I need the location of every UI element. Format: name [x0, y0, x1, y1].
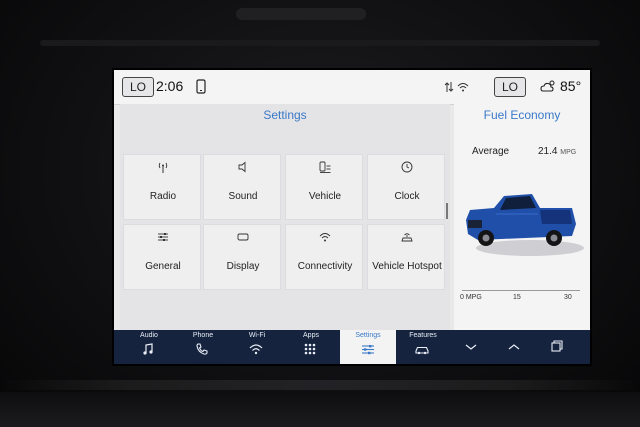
scale-tick: 15 [513, 294, 521, 301]
wifi-icon [249, 344, 263, 355]
average-value: 21.4 MPG [538, 146, 576, 157]
left-climate-button[interactable]: LO [122, 77, 154, 97]
scale-tick: 0 MPG [460, 294, 482, 301]
music-note-icon [143, 343, 153, 355]
settings-panel: Settings Radio Sound Vehicle Clock Gener… [120, 104, 450, 358]
nav-wifi[interactable]: Wi-Fi [230, 330, 284, 364]
phone-handset-icon [196, 343, 208, 355]
tile-label: Radio [149, 191, 177, 202]
fuel-economy-panel[interactable]: Fuel Economy Average 21.4 MPG 0 MPG 15 3… [454, 104, 590, 330]
nav-label: Features [409, 332, 437, 339]
hotspot-icon [401, 233, 413, 242]
nav-label: Settings [355, 332, 381, 339]
sliders-icon [158, 233, 168, 241]
weather-icon [540, 80, 555, 92]
settings-sliders-icon [362, 345, 374, 355]
nav-features[interactable]: Features [396, 330, 450, 364]
speaker-icon [238, 161, 246, 173]
tile-label: Vehicle Hotspot [372, 261, 442, 272]
tile-connectivity[interactable]: Connectivity [285, 224, 363, 290]
window-switch-icon[interactable] [550, 339, 564, 353]
bottom-nav-bar: Audio Phone Wi-Fi Apps Settings Features [114, 330, 590, 364]
display-icon [237, 233, 249, 241]
phone-icon [196, 79, 206, 94]
tile-label: Clock [394, 191, 420, 202]
outside-temperature: 85° [560, 78, 582, 94]
signal-icon [444, 82, 469, 92]
bezel-rim [40, 40, 600, 46]
status-bar: LO 2:06 LO 85° [114, 70, 590, 105]
tile-vehicle-hotspot[interactable]: Vehicle Hotspot [367, 224, 445, 290]
mpg-scale-line [462, 290, 580, 291]
tile-label: Vehicle [308, 191, 342, 202]
nav-apps[interactable]: Apps [284, 330, 338, 364]
wifi-icon [319, 233, 331, 242]
tile-vehicle[interactable]: Vehicle [285, 154, 363, 220]
truck-image [466, 194, 584, 256]
tile-label: Sound [228, 191, 258, 202]
infotainment-screen: LO 2:06 LO 85° Settings Radio Sound Vehi… [114, 70, 590, 364]
vent [236, 8, 366, 20]
tile-clock[interactable]: Clock [367, 154, 445, 220]
settings-title: Settings [263, 108, 307, 122]
tile-radio[interactable]: Radio [123, 154, 201, 220]
tile-display[interactable]: Display [203, 224, 281, 290]
fuel-economy-title: Fuel Economy [483, 108, 561, 122]
chevron-down-icon[interactable] [464, 342, 478, 352]
nav-label: Apps [303, 332, 319, 339]
scale-tick: 30 [564, 294, 572, 301]
dashboard-trim [0, 380, 640, 390]
nav-settings[interactable]: Settings [340, 330, 396, 364]
apps-grid-icon [304, 343, 316, 355]
tile-general[interactable]: General [123, 224, 201, 290]
clock-time: 2:06 [156, 78, 184, 94]
tile-label: General [145, 261, 181, 272]
tile-sound[interactable]: Sound [203, 154, 281, 220]
car-icon [415, 346, 429, 355]
radio-antenna-icon [158, 162, 168, 173]
right-climate-button[interactable]: LO [494, 77, 526, 97]
panel-divider-handle[interactable] [446, 203, 448, 219]
dashboard-bottom [0, 392, 640, 427]
nav-label: Wi-Fi [248, 332, 266, 339]
average-unit: MPG [560, 149, 577, 156]
nav-label: Phone [192, 332, 214, 339]
nav-label: Audio [140, 332, 158, 339]
nav-phone[interactable]: Phone [176, 330, 230, 364]
tile-label: Display [226, 261, 260, 272]
average-label: Average [472, 146, 510, 157]
clock-icon [401, 161, 413, 173]
chevron-up-icon[interactable] [507, 342, 521, 352]
vehicle-settings-icon [319, 161, 331, 173]
average-number: 21.4 [538, 146, 558, 157]
tile-label: Connectivity [297, 261, 353, 272]
nav-audio[interactable]: Audio [122, 330, 176, 364]
